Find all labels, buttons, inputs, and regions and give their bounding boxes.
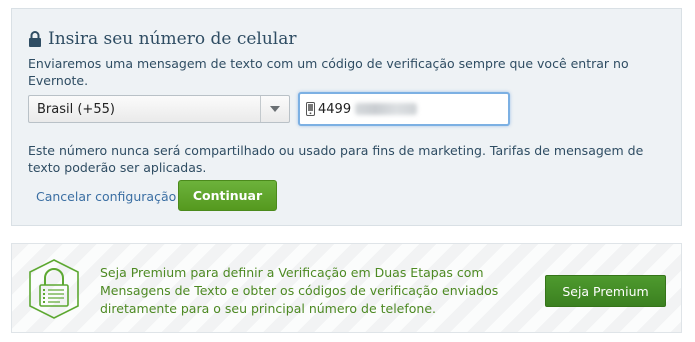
title-row: Insira seu número de celular (28, 29, 296, 49)
premium-upsell-banner: Seja Premium para definir a Verificação … (11, 243, 682, 333)
mobile-phone-icon (306, 102, 315, 116)
premium-lock-badge-icon (29, 259, 79, 319)
privacy-note: Este número nunca será compartilhado ou … (28, 143, 644, 175)
phone-number-value: 4499 (318, 101, 352, 117)
select-arrow[interactable] (261, 96, 289, 122)
chevron-down-icon (270, 106, 280, 112)
country-code-value: Brasil (+55) (37, 101, 115, 117)
go-premium-button[interactable]: Seja Premium (545, 275, 666, 307)
continue-button[interactable]: Continuar (178, 180, 277, 211)
premium-description: Seja Premium para definir a Verificação … (100, 265, 499, 316)
sms-setup-panel: Insira seu número de celular Enviaremos … (11, 8, 682, 226)
lock-icon (29, 30, 41, 47)
page-title: Insira seu número de celular (48, 29, 297, 49)
phone-number-input[interactable]: 4499 (298, 92, 510, 126)
cancel-setup-link[interactable]: Cancelar configuração (36, 189, 176, 204)
setup-description: Enviaremos uma mensagem de texto com um … (28, 56, 629, 88)
redacted-digits (355, 103, 418, 115)
country-code-select[interactable]: Brasil (+55) (28, 95, 290, 123)
